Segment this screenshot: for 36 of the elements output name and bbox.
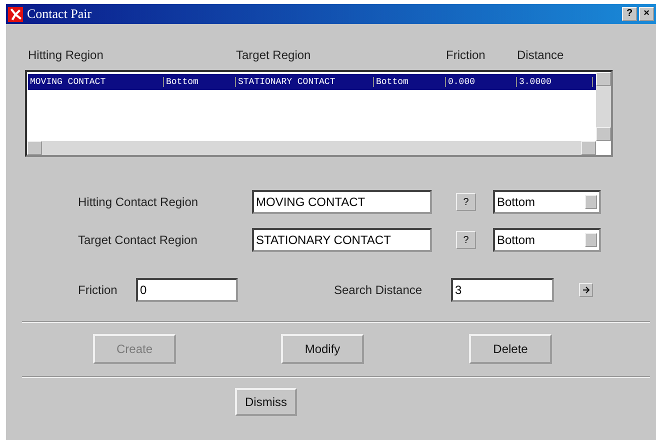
help-button[interactable]: ? <box>622 7 637 21</box>
dismiss-button[interactable]: Dismiss <box>235 388 297 416</box>
scroll-up-button[interactable] <box>596 72 611 86</box>
search-distance-input-field[interactable]: 3 <box>451 278 554 302</box>
table-cell: MOVING CONTACT <box>28 77 164 87</box>
table-cell: 0.000 <box>446 77 517 87</box>
arrow-button[interactable] <box>579 283 593 297</box>
help-button[interactable]: ? <box>456 193 476 211</box>
region-input-field[interactable]: STATIONARY CONTACT <box>252 228 432 252</box>
vertical-scrollbar[interactable] <box>596 72 611 141</box>
scroll-left-button[interactable] <box>27 141 42 155</box>
help-button[interactable]: ? <box>456 231 476 249</box>
scroll-down-button[interactable] <box>596 127 611 141</box>
scroll-right-button[interactable] <box>581 141 596 155</box>
action-button[interactable]: Modify <box>281 334 364 364</box>
table-cell: Bottom <box>164 77 236 87</box>
action-button[interactable]: Delete <box>469 334 552 364</box>
column-header: Distance <box>517 48 565 64</box>
field-label: Target Contact Region <box>77 233 198 247</box>
column-header: Target Region <box>236 48 312 64</box>
table-cell: STATIONARY CONTACT <box>236 77 374 87</box>
window-title: Contact Pair <box>27 6 92 22</box>
field-label: Friction <box>77 283 118 297</box>
field-label: Hitting Contact Region <box>77 195 200 209</box>
field-label: Search Distance <box>334 283 424 297</box>
side-dropdown[interactable]: Bottom <box>493 228 601 252</box>
column-header: Friction <box>446 48 486 64</box>
close-button[interactable]: × <box>639 7 654 21</box>
column-header: Hitting Region <box>28 48 104 64</box>
table-cell: Bottom <box>374 77 446 87</box>
region-input-field[interactable]: MOVING CONTACT <box>252 190 432 214</box>
side-dropdown[interactable]: Bottom <box>493 190 601 214</box>
table-cell: 3.0000 <box>517 77 593 87</box>
friction-input-field[interactable]: 0 <box>136 278 238 302</box>
app-logo-icon <box>8 6 23 22</box>
arrow-icon <box>582 286 590 294</box>
